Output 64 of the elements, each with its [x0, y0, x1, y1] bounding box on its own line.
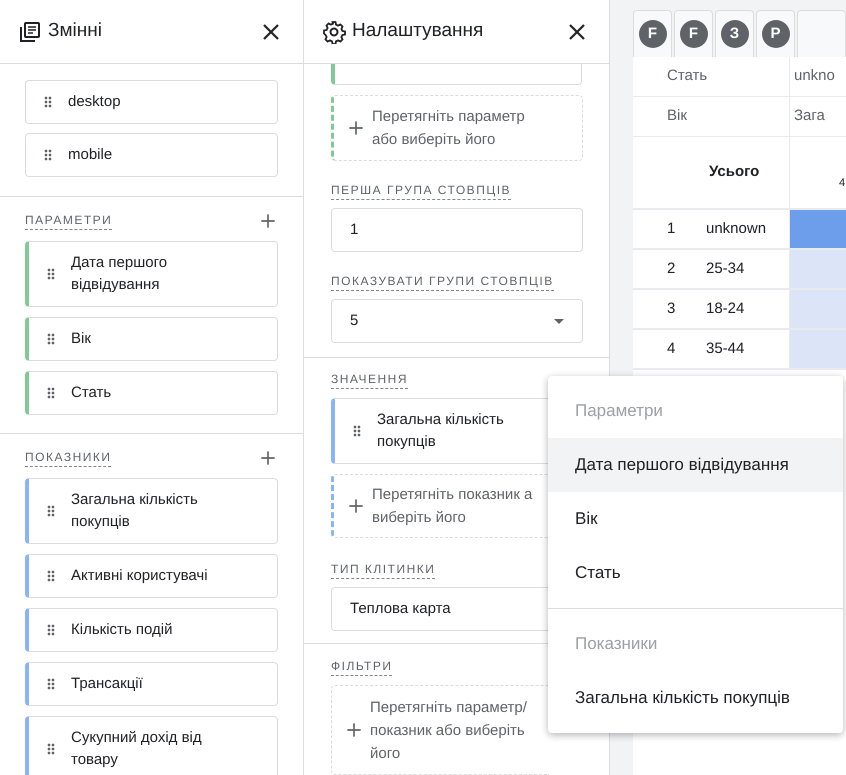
chip[interactable]: desktop — [25, 80, 278, 124]
section-label: ПЕРША ГРУПА СТОВПЦІВ — [331, 181, 512, 200]
tab[interactable]: З — [715, 10, 754, 57]
avatar: F — [680, 20, 708, 48]
chip[interactable]: Вік — [25, 317, 278, 361]
chip-label: Активні користувачі — [71, 566, 208, 586]
table-cell-text: Вік — [666, 106, 687, 126]
menu-item[interactable]: Загальна кількість покупців — [548, 671, 843, 725]
panel-title: Змінні — [48, 19, 103, 44]
table-cell-text: 25-34 — [706, 258, 744, 279]
chip[interactable]: Загальна кількість покупців — [25, 478, 278, 544]
section-label: ЗНАЧЕННЯ — [331, 370, 408, 389]
avatar: З — [720, 20, 748, 48]
chip-label: Сукупний дохід від товару — [71, 728, 202, 770]
section-label: ПОКАЗНИКИ — [25, 448, 112, 467]
section-label: ТИП КЛІТИНКИ — [331, 560, 436, 579]
table-cell-text: unknown — [706, 218, 766, 239]
chip[interactable]: Стать — [25, 371, 278, 415]
section-label: ПАРАМЕТРИ — [25, 211, 112, 230]
drop-zone-label: Перетягніть параметр або виберіть його — [372, 107, 525, 150]
chip[interactable]: mobile — [25, 133, 278, 177]
settings-icon — [322, 20, 346, 44]
dropdown[interactable]: 5 — [331, 299, 583, 343]
chip[interactable]: Кількість подій — [25, 608, 278, 652]
tab[interactable]: F — [674, 10, 713, 57]
chip[interactable]: Сукупний дохід від товару — [25, 716, 278, 775]
chip-label: Трансакції — [71, 674, 143, 694]
tab[interactable]: F — [633, 10, 672, 57]
drop-zone[interactable]: Перетягніть параметр або виберіть його — [331, 95, 583, 161]
section-label: ПОКАЗУВАТИ ГРУПИ СТОВПЦІВ — [331, 272, 554, 291]
chip-label: Кількість подій — [71, 620, 172, 640]
panel-title: Налаштування — [352, 19, 484, 44]
section-label: ФІЛЬТРИ — [331, 657, 392, 676]
chip[interactable]: Дата першого відвідування — [25, 241, 278, 307]
tab[interactable]: P — [756, 10, 795, 57]
chip-label: Загальна кількість покупців — [71, 490, 198, 532]
drop-zone-label: Перетягніть показник а виберіть його — [372, 485, 532, 528]
row-number: 4 — [666, 338, 676, 359]
chip-label: Дата першого відвідування — [71, 253, 168, 295]
table-cell-text: 18-24 — [706, 298, 744, 319]
chip-label: Загальна кількість покупців — [377, 410, 504, 452]
avatar: P — [762, 20, 790, 48]
chip-label: Стать — [71, 383, 112, 403]
table-header: Усього — [708, 162, 760, 182]
chip-label: desktop — [68, 92, 121, 112]
table-cell-text: unkno — [793, 66, 835, 86]
table-cell-text: 4 — [838, 176, 846, 192]
avatar: F — [638, 20, 666, 48]
chip[interactable]: Трансакції — [25, 662, 278, 706]
row-number: 3 — [666, 298, 676, 319]
table-cell-text: Стать — [666, 66, 708, 86]
menu-heading: Показники — [574, 633, 658, 656]
list-icon — [18, 20, 42, 44]
row-number: 2 — [666, 258, 676, 279]
input-field[interactable]: 1 — [331, 208, 583, 252]
chip-label: Вік — [71, 329, 91, 349]
row-number: 1 — [666, 218, 676, 239]
caret-icon — [554, 318, 564, 324]
menu-item[interactable]: Дата першого відвідування — [548, 438, 843, 492]
chip[interactable]: Активні користувачі — [25, 554, 278, 598]
table-cell-text: Зага — [793, 106, 825, 126]
table-cell-text: 35-44 — [706, 338, 744, 359]
drop-zone-label: Перетягніть параметр/ показник або виберіть його — [370, 698, 527, 764]
chip-label: mobile — [68, 145, 112, 165]
